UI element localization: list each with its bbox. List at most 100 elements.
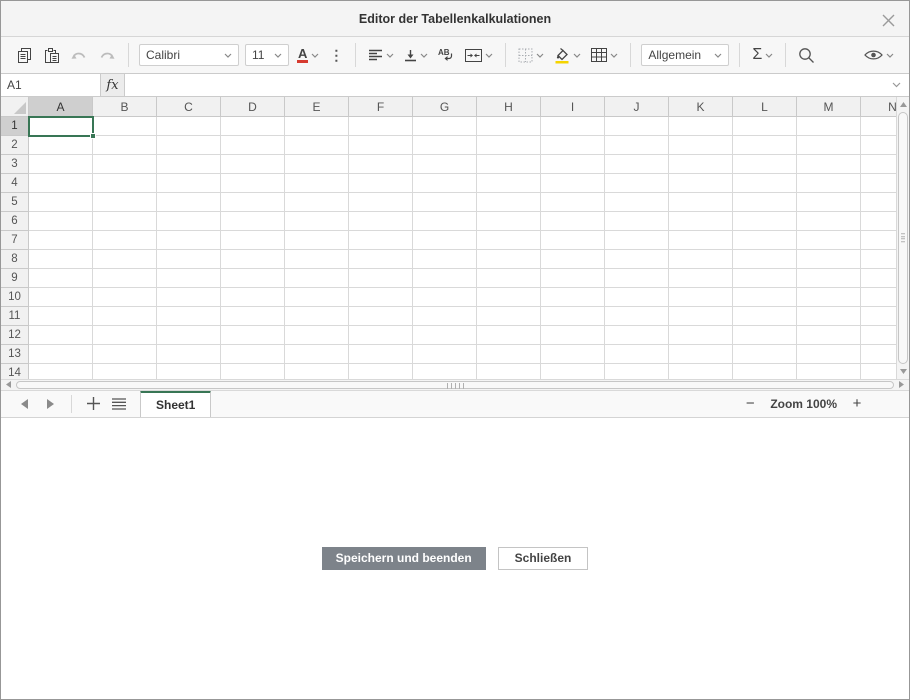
cell[interactable]: [349, 117, 413, 136]
cell[interactable]: [733, 136, 797, 155]
row-header[interactable]: 8: [1, 250, 29, 269]
cell[interactable]: [349, 250, 413, 269]
cell[interactable]: [29, 326, 93, 345]
scroll-right-icon[interactable]: [895, 380, 908, 390]
cell[interactable]: [157, 155, 221, 174]
cell[interactable]: [349, 364, 413, 379]
cell[interactable]: [157, 174, 221, 193]
cell[interactable]: [669, 345, 733, 364]
cell[interactable]: [349, 155, 413, 174]
cell[interactable]: [861, 345, 896, 364]
cell[interactable]: [541, 288, 605, 307]
cell[interactable]: [733, 326, 797, 345]
row-header[interactable]: 12: [1, 326, 29, 345]
cell[interactable]: [861, 136, 896, 155]
cell[interactable]: [477, 307, 541, 326]
cell[interactable]: [861, 231, 896, 250]
cell[interactable]: [157, 307, 221, 326]
cell[interactable]: [285, 155, 349, 174]
cell[interactable]: [797, 269, 861, 288]
view-settings-button[interactable]: [861, 42, 897, 68]
cell[interactable]: [93, 136, 157, 155]
cell[interactable]: [157, 231, 221, 250]
cell[interactable]: [349, 345, 413, 364]
cell[interactable]: [861, 250, 896, 269]
cell[interactable]: [285, 364, 349, 379]
cell[interactable]: [413, 307, 477, 326]
cell[interactable]: [221, 288, 285, 307]
cell[interactable]: [157, 326, 221, 345]
cell[interactable]: [221, 307, 285, 326]
cell[interactable]: [797, 193, 861, 212]
cell[interactable]: [285, 117, 349, 136]
cell[interactable]: [349, 326, 413, 345]
vertical-scrollbar-thumb[interactable]: [898, 112, 908, 364]
cell[interactable]: [797, 136, 861, 155]
cell[interactable]: [605, 231, 669, 250]
cell[interactable]: [413, 117, 477, 136]
cell[interactable]: [477, 326, 541, 345]
cell[interactable]: [733, 117, 797, 136]
cell[interactable]: [413, 345, 477, 364]
cell[interactable]: [413, 155, 477, 174]
cell[interactable]: [541, 155, 605, 174]
row-header[interactable]: 5: [1, 193, 29, 212]
column-header[interactable]: L: [733, 97, 797, 117]
cell[interactable]: [477, 117, 541, 136]
row-header[interactable]: 14: [1, 364, 29, 379]
cell[interactable]: [541, 364, 605, 379]
cell[interactable]: [861, 174, 896, 193]
copy-button[interactable]: [13, 42, 36, 68]
cell[interactable]: [93, 307, 157, 326]
more-formatting-button[interactable]: ⋮: [326, 42, 346, 68]
cell[interactable]: [733, 345, 797, 364]
cell[interactable]: [605, 288, 669, 307]
cell[interactable]: [157, 269, 221, 288]
cell[interactable]: [285, 307, 349, 326]
cell[interactable]: [157, 250, 221, 269]
previous-sheet-button[interactable]: [11, 391, 37, 417]
next-sheet-button[interactable]: [37, 391, 63, 417]
cell[interactable]: [541, 212, 605, 231]
cell[interactable]: [413, 231, 477, 250]
cell[interactable]: [605, 307, 669, 326]
zoom-out-button[interactable]: −: [740, 395, 760, 412]
cell[interactable]: [477, 345, 541, 364]
horizontal-scrollbar[interactable]: [1, 379, 909, 391]
cell[interactable]: [93, 117, 157, 136]
zoom-in-button[interactable]: +: [847, 395, 867, 412]
close-icon[interactable]: [877, 9, 899, 31]
cell[interactable]: [413, 193, 477, 212]
cell[interactable]: [733, 307, 797, 326]
cell[interactable]: [797, 212, 861, 231]
cell[interactable]: [413, 269, 477, 288]
cell[interactable]: [413, 326, 477, 345]
cell[interactable]: [669, 136, 733, 155]
font-name-select[interactable]: Calibri: [139, 44, 239, 66]
row-header[interactable]: 7: [1, 231, 29, 250]
cell[interactable]: [797, 231, 861, 250]
cell[interactable]: [157, 136, 221, 155]
expand-formula-bar-button[interactable]: [883, 74, 909, 96]
fill-color-button[interactable]: [551, 42, 584, 68]
sheet-list-button[interactable]: [106, 391, 132, 417]
cell[interactable]: [285, 212, 349, 231]
column-header[interactable]: B: [93, 97, 157, 117]
column-header[interactable]: H: [477, 97, 541, 117]
table-template-button[interactable]: [588, 42, 621, 68]
row-header[interactable]: 11: [1, 307, 29, 326]
cell[interactable]: [541, 117, 605, 136]
row-header[interactable]: 1: [1, 117, 29, 136]
column-header[interactable]: E: [285, 97, 349, 117]
cell[interactable]: [669, 269, 733, 288]
cell[interactable]: [413, 250, 477, 269]
cell[interactable]: [221, 250, 285, 269]
cell[interactable]: [477, 136, 541, 155]
cell[interactable]: [605, 212, 669, 231]
cell[interactable]: [349, 269, 413, 288]
cell[interactable]: [541, 326, 605, 345]
merge-cells-button[interactable]: [462, 42, 496, 68]
cell[interactable]: [733, 269, 797, 288]
cell[interactable]: [413, 136, 477, 155]
cell[interactable]: [733, 155, 797, 174]
